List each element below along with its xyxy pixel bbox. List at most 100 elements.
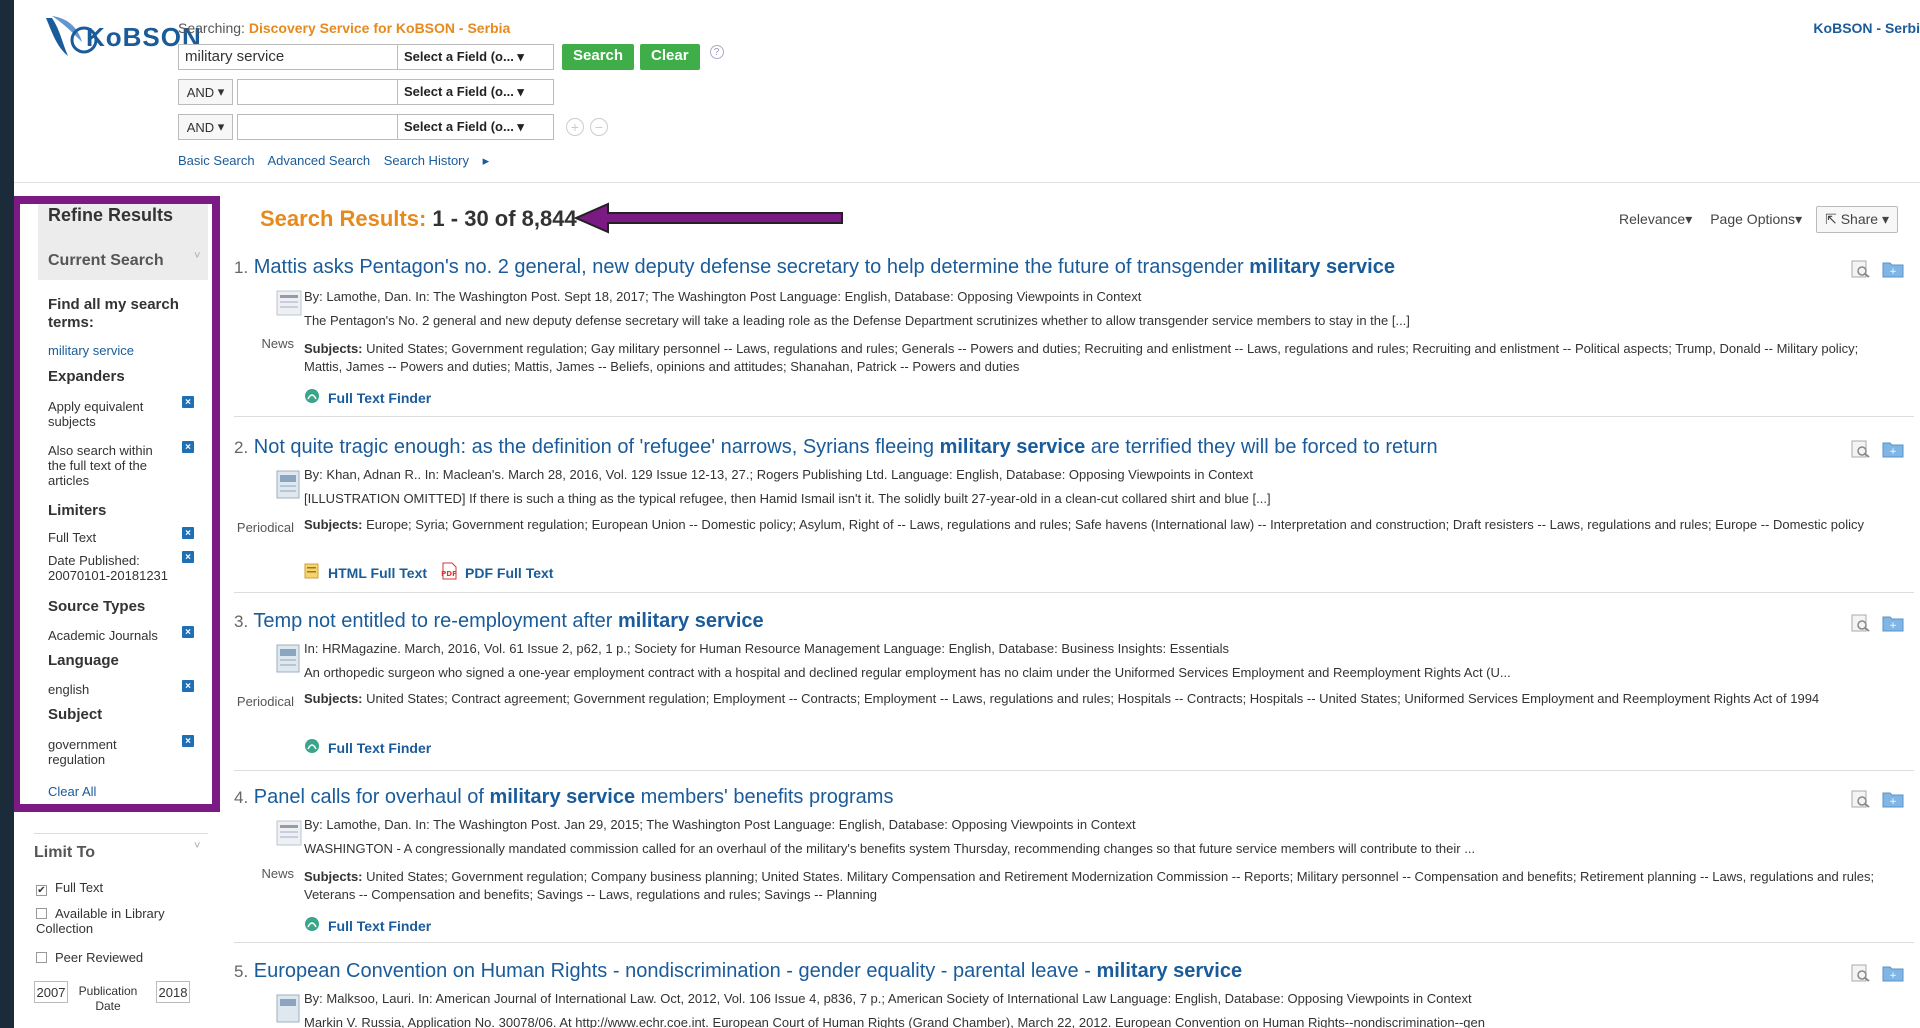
boolean-label: AND <box>186 84 215 100</box>
svg-text:+: + <box>1889 621 1897 631</box>
pub-date-to[interactable]: 2018 <box>156 981 190 1003</box>
field-select-1[interactable]: Select a Field (o... ▾ <box>398 44 554 70</box>
share-icon: ⇱ <box>1825 211 1837 227</box>
svg-text:+: + <box>1889 447 1897 457</box>
result-abstract: Markin V. Russia, Application No. 30078/… <box>304 1015 1485 1028</box>
add-row-icon[interactable]: + <box>566 118 584 136</box>
result-subjects: Subjects: United States; Government regu… <box>304 868 1884 904</box>
result-title[interactable]: 4. Panel calls for overhaul of military … <box>234 786 893 809</box>
preview-icon[interactable] <box>1850 964 1872 982</box>
result-index: 2. <box>234 438 249 457</box>
highlight-box <box>14 196 220 812</box>
search-header: KoBSON Searching: Discovery Service for … <box>14 0 1920 183</box>
checkbox[interactable] <box>36 908 47 919</box>
result-meta: By: Malksoo, Lauri. In: American Journal… <box>304 991 1472 1006</box>
limit-to-heading[interactable]: Limit To <box>34 844 95 862</box>
full-text-finder-link[interactable]: Full Text Finder <box>328 740 431 756</box>
add-to-folder-icon[interactable]: + <box>1882 614 1904 632</box>
result-subjects: Subjects: United States; Contract agreem… <box>304 690 1884 708</box>
pdf-icon[interactable]: PDF <box>441 562 457 583</box>
field-select-2[interactable]: Select a Field (o... ▾ <box>398 79 554 105</box>
sort-label: Relevance <box>1619 211 1686 227</box>
full-text-finder-link[interactable]: Full Text Finder <box>328 918 431 934</box>
result-meta: By: Khan, Adnan R.. In: Maclean's. March… <box>304 467 1253 482</box>
search-input[interactable]: military service <box>178 44 398 70</box>
add-to-folder-icon[interactable]: + <box>1882 964 1904 982</box>
pdf-full-text-link[interactable]: PDF Full Text <box>465 565 553 581</box>
search-input-2[interactable] <box>237 79 398 105</box>
search-history-link[interactable]: Search History ▸ <box>384 153 489 168</box>
result-type: Periodical <box>236 694 294 709</box>
field-select-3[interactable]: Select a Field (o... ▾ <box>398 114 554 140</box>
checkbox-checked[interactable]: ✔ <box>36 885 47 896</box>
results-toolbar: Relevance▾ Page Options▾ ⇱ Share ▾ <box>1601 206 1898 233</box>
result-title[interactable]: 3. Temp not entitled to re-employment af… <box>234 610 764 633</box>
add-to-folder-icon[interactable]: + <box>1882 790 1904 808</box>
result-item: 2. Not quite tragic enough: as the defin… <box>234 436 1904 596</box>
page-options-dropdown[interactable]: Page Options▾ <box>1710 211 1802 228</box>
boolean-select-2[interactable]: AND ▾ <box>178 79 233 105</box>
collapse-icon[interactable]: ˅ <box>194 840 200 852</box>
preview-icon[interactable] <box>1850 614 1872 632</box>
result-links: Full Text Finder <box>304 916 431 935</box>
share-button[interactable]: ⇱ Share ▾ <box>1816 206 1898 233</box>
result-title[interactable]: 1. Mattis asks Pentagon's no. 2 general,… <box>234 256 1395 279</box>
svg-text:+: + <box>1889 971 1897 981</box>
result-tools: + <box>1840 964 1904 982</box>
database-name[interactable]: Discovery Service for KoBSON - Serbia <box>249 20 510 36</box>
results-range: 1 - 30 of 8,844 <box>432 206 577 231</box>
result-index: 3. <box>234 612 249 631</box>
title-highlight: military service <box>939 436 1086 458</box>
title-highlight: military service <box>1249 256 1395 278</box>
limit-library-collection[interactable]: Available in Library Collection <box>36 906 196 936</box>
limit-full-text[interactable]: ✔ Full Text <box>36 880 103 896</box>
result-item: 4. Panel calls for overhaul of military … <box>234 786 1904 936</box>
advanced-search-link[interactable]: Advanced Search <box>268 153 371 168</box>
clear-button[interactable]: Clear <box>640 44 700 70</box>
result-divider <box>234 770 1914 771</box>
title-text: members' benefits programs <box>635 786 894 808</box>
searching-prefix: Searching: <box>178 20 245 36</box>
result-index: 1. <box>234 258 249 277</box>
html-full-text-link[interactable]: HTML Full Text <box>328 565 427 581</box>
full-text-finder-icon[interactable] <box>304 916 320 935</box>
periodical-icon <box>276 994 302 1023</box>
checkbox[interactable] <box>36 952 47 963</box>
search-button[interactable]: Search <box>562 44 635 70</box>
help-icon[interactable]: ? <box>709 45 724 59</box>
remove-row-icon[interactable]: − <box>590 118 608 136</box>
title-text: Mattis asks Pentagon's no. 2 general, ne… <box>253 256 1250 278</box>
add-to-folder-icon[interactable]: + <box>1882 440 1904 458</box>
add-to-folder-icon[interactable]: + <box>1882 260 1904 278</box>
news-icon <box>276 290 302 316</box>
result-index: 5. <box>234 962 249 981</box>
preview-icon[interactable] <box>1850 440 1872 458</box>
html-full-text-icon[interactable] <box>304 563 320 582</box>
basic-search-link[interactable]: Basic Search <box>178 153 255 168</box>
subjects-label: Subjects: <box>304 691 363 706</box>
annotation-arrow <box>574 202 843 234</box>
field-select-label: Select a Field (o... <box>404 49 514 64</box>
search-row-1: military service Select a Field (o... ▾ … <box>178 44 724 70</box>
result-abstract: WASHINGTON - A congressionally mandated … <box>304 841 1476 856</box>
sort-dropdown[interactable]: Relevance▾ <box>1619 211 1692 228</box>
pub-date-from[interactable]: 2007 <box>34 981 68 1003</box>
preview-icon[interactable] <box>1850 790 1872 808</box>
kobson-logo[interactable]: KoBSON <box>38 12 201 62</box>
search-row-3: AND ▾ Select a Field (o... ▾ + − <box>178 114 608 140</box>
institution-name[interactable]: KoBSON - Serbi <box>1813 20 1920 36</box>
search-input-3[interactable] <box>237 114 398 140</box>
subjects-label: Subjects: <box>304 341 363 356</box>
boolean-select-3[interactable]: AND ▾ <box>178 114 233 140</box>
full-text-finder-link[interactable]: Full Text Finder <box>328 390 431 406</box>
result-abstract: [ILLUSTRATION OMITTED] If there is such … <box>304 491 1271 506</box>
full-text-finder-icon[interactable] <box>304 738 320 757</box>
result-divider <box>234 592 1914 593</box>
limit-peer-reviewed[interactable]: Peer Reviewed <box>36 950 143 965</box>
result-title[interactable]: 5. European Convention on Human Rights -… <box>234 960 1242 983</box>
result-abstract: An orthopedic surgeon who signed a one-y… <box>304 665 1511 680</box>
preview-icon[interactable] <box>1850 260 1872 278</box>
full-text-finder-icon[interactable] <box>304 388 320 407</box>
result-title[interactable]: 2. Not quite tragic enough: as the defin… <box>234 436 1438 459</box>
limit-label: Peer Reviewed <box>55 950 144 965</box>
